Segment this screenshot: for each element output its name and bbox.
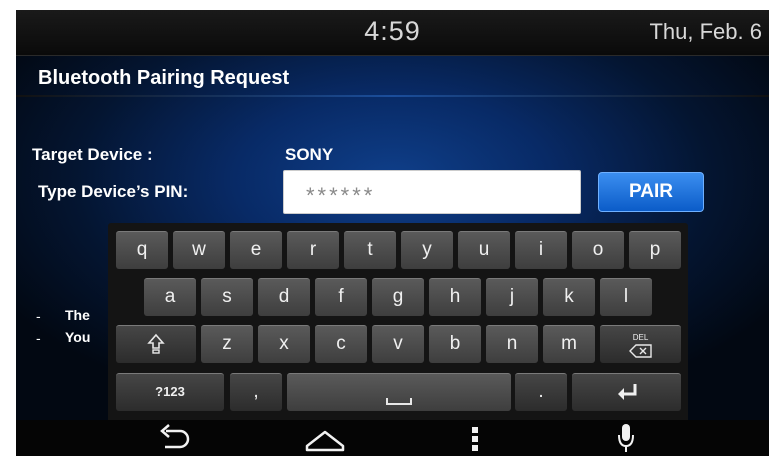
dialog-title: Bluetooth Pairing Request: [38, 67, 290, 89]
screen: 4:59 Thu, Feb. 6 Bluetooth Pairing Reque…: [16, 10, 769, 456]
key-comma[interactable]: ,: [230, 373, 282, 411]
key-l[interactable]: l: [600, 278, 652, 316]
key-x[interactable]: x: [258, 325, 310, 363]
symbols-key[interactable]: ?123: [116, 373, 224, 411]
date: Thu, Feb. 6: [649, 19, 762, 44]
note-text: You: [65, 329, 91, 345]
key-t[interactable]: t: [344, 231, 396, 269]
key-r[interactable]: r: [287, 231, 339, 269]
title-divider: [16, 95, 769, 97]
target-device-value: SONY: [285, 145, 334, 164]
microphone-icon[interactable]: [616, 422, 636, 454]
key-n[interactable]: n: [486, 325, 538, 363]
key-u[interactable]: u: [458, 231, 510, 269]
shift-icon: [147, 333, 165, 354]
shift-key[interactable]: [116, 325, 196, 363]
on-screen-keyboard: q w e r t y u i o p a s d f g h j k l z …: [108, 223, 688, 428]
backspace-icon: [628, 344, 652, 358]
note-bullet: -: [36, 330, 41, 346]
key-h[interactable]: h: [429, 278, 481, 316]
key-j[interactable]: j: [486, 278, 538, 316]
key-g[interactable]: g: [372, 278, 424, 316]
enter-key[interactable]: [572, 373, 681, 411]
key-e[interactable]: e: [230, 231, 282, 269]
note-bullet: -: [36, 308, 41, 324]
status-bar: 4:59 Thu, Feb. 6: [16, 10, 769, 56]
note-text: The: [65, 307, 90, 323]
target-device-label: Target Device :: [32, 145, 153, 164]
key-f[interactable]: f: [315, 278, 367, 316]
menu-icon[interactable]: [468, 422, 482, 454]
key-d[interactable]: d: [258, 278, 310, 316]
delete-key[interactable]: DEL: [600, 325, 681, 363]
space-icon: [386, 398, 412, 405]
key-p[interactable]: p: [629, 231, 681, 269]
key-period[interactable]: .: [515, 373, 567, 411]
delete-label: DEL: [632, 333, 649, 342]
navigation-bar: [16, 420, 769, 456]
key-i[interactable]: i: [515, 231, 567, 269]
space-key[interactable]: [287, 373, 511, 411]
key-v[interactable]: v: [372, 325, 424, 363]
key-q[interactable]: q: [116, 231, 168, 269]
pin-input[interactable]: ******: [283, 170, 581, 214]
back-icon[interactable]: [154, 422, 194, 454]
pin-label: Type Device’s PIN:: [38, 182, 189, 201]
key-y[interactable]: y: [401, 231, 453, 269]
key-m[interactable]: m: [543, 325, 595, 363]
key-b[interactable]: b: [429, 325, 481, 363]
key-o[interactable]: o: [572, 231, 624, 269]
key-a[interactable]: a: [144, 278, 196, 316]
key-c[interactable]: c: [315, 325, 367, 363]
pair-button[interactable]: PAIR: [598, 172, 704, 212]
key-s[interactable]: s: [201, 278, 253, 316]
key-k[interactable]: k: [543, 278, 595, 316]
key-z[interactable]: z: [201, 325, 253, 363]
enter-icon: [617, 384, 636, 400]
key-w[interactable]: w: [173, 231, 225, 269]
home-icon[interactable]: [303, 422, 347, 454]
